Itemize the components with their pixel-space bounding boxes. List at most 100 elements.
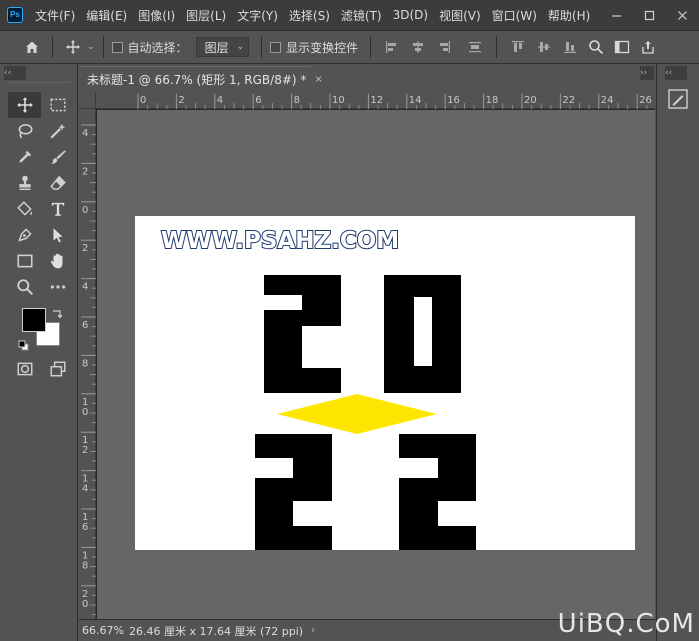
align-middle-button[interactable] <box>534 37 554 57</box>
pen-tool[interactable] <box>8 222 41 248</box>
brush-tool[interactable] <box>41 144 74 170</box>
more-tools-button[interactable] <box>41 274 74 300</box>
close-document-icon[interactable]: × <box>314 74 322 85</box>
ruler-tick-label: 8 <box>294 95 300 106</box>
screen-mode-button[interactable] <box>41 356 74 382</box>
maximize-button[interactable] <box>633 0 666 30</box>
align-center-h-button[interactable] <box>408 37 428 57</box>
tool-list <box>8 92 74 300</box>
rectangular-marquee-icon <box>50 98 65 112</box>
ruler-tick-label: 2 <box>82 445 88 456</box>
eraser-tool[interactable] <box>41 170 74 196</box>
vertical-ruler[interactable]: 4202468101214161820 <box>79 109 96 619</box>
screen-mode-icon <box>50 361 65 377</box>
lasso-tool[interactable] <box>8 118 41 144</box>
expand-panel-button[interactable]: ›› <box>640 66 654 80</box>
ruler-tick-label: 0 <box>82 599 88 610</box>
properties-panel-button[interactable] <box>667 88 689 110</box>
ruler-tick-label: 18 <box>486 95 499 106</box>
options-separator <box>370 36 372 58</box>
options-separator <box>261 36 263 58</box>
pasteboard[interactable]: WWW.PSAHZ.COM <box>97 110 655 619</box>
site-watermark: UiBQ.CoM <box>557 609 695 639</box>
menu-window[interactable]: 窗口(W) <box>492 7 537 24</box>
properties-icon <box>668 89 688 109</box>
zoom-icon <box>16 279 33 296</box>
canvas-area[interactable]: 0 2 4 6 8 10 12 14 16 18 20 22 24 26 4202468101214161… <box>79 92 655 619</box>
close-window-button[interactable] <box>666 0 699 30</box>
menu-help[interactable]: 帮助(H) <box>548 7 590 24</box>
quick-mask-icon <box>17 362 32 376</box>
menu-filter[interactable]: 滤镜(T) <box>341 7 382 24</box>
options-separator <box>496 36 498 58</box>
eyedropper-tool[interactable] <box>8 144 41 170</box>
share-button[interactable] <box>638 37 658 57</box>
ruler-tick-label: 20 <box>524 95 537 106</box>
options-bar: ⌄ 自动选择： 图层 ⌄ 显示变换控件 <box>0 30 699 64</box>
ruler-tick-label: 12 <box>370 95 383 106</box>
magic-wand-tool[interactable] <box>41 118 74 144</box>
menu-edit[interactable]: 编辑(E) <box>86 7 127 24</box>
align-middle-icon <box>538 42 551 52</box>
quick-mask-button[interactable] <box>8 356 41 382</box>
window-controls <box>600 0 699 30</box>
paint-bucket-tool[interactable] <box>8 196 41 222</box>
align-top-button[interactable] <box>508 37 528 57</box>
document-canvas[interactable]: WWW.PSAHZ.COM <box>135 216 635 550</box>
stamp-tool[interactable] <box>8 170 41 196</box>
ruler-tick-label: 2 <box>82 166 88 177</box>
distribute-button[interactable] <box>465 37 485 57</box>
menu-image[interactable]: 图像(I) <box>138 7 175 24</box>
panel-grip[interactable] <box>10 82 70 86</box>
collapse-tools-button[interactable]: ‹‹ <box>4 66 26 80</box>
search-button[interactable] <box>586 37 606 57</box>
align-bottom-button[interactable] <box>560 37 580 57</box>
document-tab[interactable]: 未标题-1 @ 66.7% (矩形 1, RGB/8#) * × <box>79 66 323 92</box>
show-transform-checkbox[interactable] <box>270 41 282 53</box>
align-top-icon <box>512 41 525 52</box>
ruler-tick-label: 0 <box>82 205 88 216</box>
status-menu-arrow[interactable]: › <box>311 625 315 636</box>
ruler-tick-label: 4 <box>82 484 88 495</box>
marquee-tool[interactable] <box>41 92 74 118</box>
auto-select-checkbox[interactable] <box>111 41 123 53</box>
move-tool[interactable] <box>8 92 41 118</box>
close-icon <box>678 10 687 20</box>
menu-type[interactable]: 文字(Y) <box>237 7 278 24</box>
ruler-tick-label: 24 <box>601 95 614 106</box>
type-tool[interactable] <box>41 196 74 222</box>
menu-3d[interactable]: 3D(D) <box>393 8 428 22</box>
ruler-tick-label: 6 <box>255 95 261 106</box>
clone-stamp-icon <box>18 175 31 190</box>
right-panel-dock: ‹‹ <box>656 64 699 641</box>
align-left-button[interactable] <box>382 37 402 57</box>
home-button[interactable] <box>20 35 44 59</box>
options-separator <box>102 36 104 58</box>
horizontal-ruler[interactable]: 0 2 4 6 8 10 12 14 16 18 20 22 24 26 <box>96 92 655 109</box>
menu-file[interactable]: 文件(F) <box>35 7 75 24</box>
chevron-down-icon[interactable]: ⌄ <box>87 42 95 52</box>
ruler-tick-label: 2 <box>178 95 184 106</box>
hand-tool[interactable] <box>41 248 74 274</box>
auto-select-target-select[interactable]: 图层 ⌄ <box>195 37 250 57</box>
hand-icon <box>50 253 62 269</box>
path-selection-tool[interactable] <box>41 222 74 248</box>
ruler-origin[interactable] <box>79 92 96 109</box>
collapse-right-panel-button[interactable]: ‹‹ <box>665 66 687 80</box>
menu-select[interactable]: 选择(S) <box>289 7 330 24</box>
swap-colors-icon[interactable] <box>51 308 63 320</box>
move-tool-preset-button[interactable] <box>61 35 85 59</box>
magic-wand-icon <box>49 123 65 139</box>
menu-layer[interactable]: 图层(L) <box>186 7 226 24</box>
zoom-tool[interactable] <box>8 274 41 300</box>
yellow-diamond-shape <box>277 394 437 434</box>
rectangle-tool[interactable] <box>8 248 41 274</box>
auto-select-label: 自动选择： <box>127 40 188 55</box>
workspace-button[interactable] <box>612 37 632 57</box>
align-right-button[interactable] <box>434 37 454 57</box>
zoom-level[interactable]: 66.67% <box>79 624 125 637</box>
menu-view[interactable]: 视图(V) <box>439 7 481 24</box>
foreground-color-swatch[interactable] <box>22 308 46 332</box>
minimize-button[interactable] <box>600 0 633 30</box>
default-colors-icon[interactable] <box>18 340 30 352</box>
